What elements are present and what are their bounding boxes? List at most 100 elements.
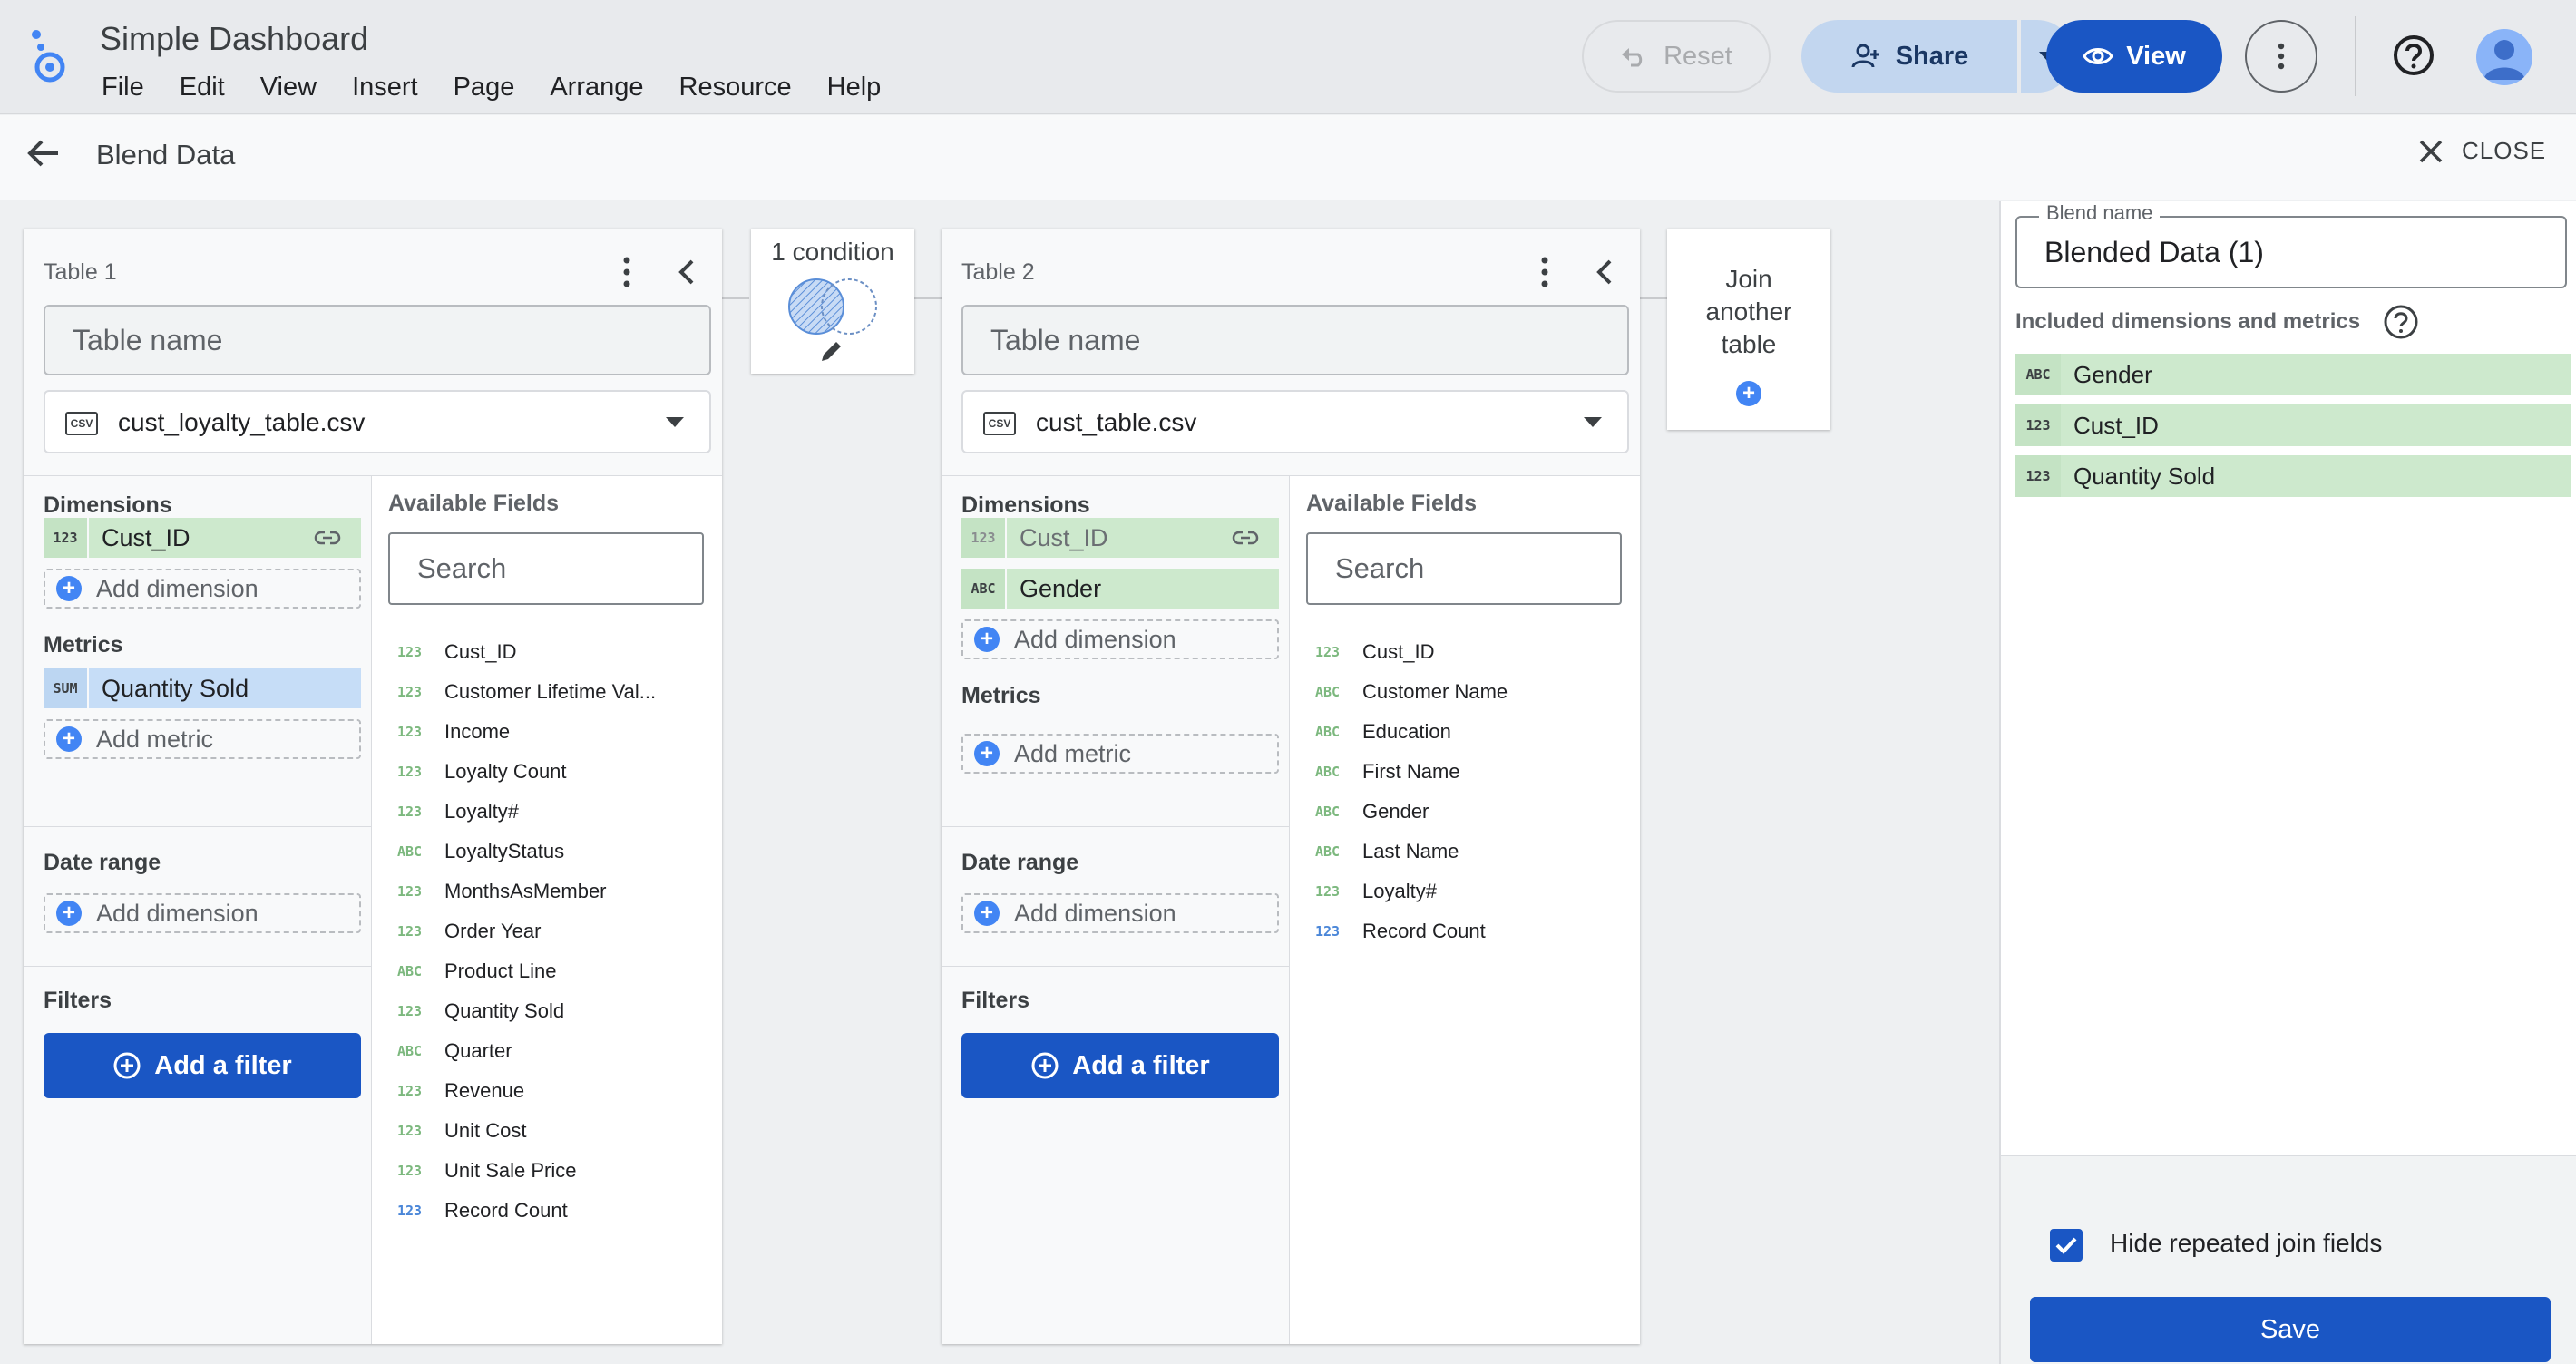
kebab-icon[interactable] xyxy=(1531,254,1558,290)
join-another-table-card[interactable]: Join another table + xyxy=(1667,229,1830,430)
available-field[interactable]: 123 Loyalty# xyxy=(1315,872,1508,911)
add-filter-button[interactable]: Add a filter xyxy=(961,1033,1279,1098)
add-dimension-slot[interactable]: + Add dimension xyxy=(961,619,1279,659)
add-metric-slot[interactable]: + Add metric xyxy=(44,719,361,759)
available-field[interactable]: 123 Loyalty# xyxy=(397,792,656,832)
share-button[interactable]: Share xyxy=(1801,20,2017,93)
hide-join-fields-checkbox[interactable] xyxy=(2050,1229,2083,1262)
join-condition-card[interactable]: 1 condition xyxy=(751,229,914,374)
reset-button[interactable]: Reset xyxy=(1582,20,1771,93)
available-field[interactable]: ABC Last Name xyxy=(1315,832,1508,872)
help-icon[interactable] xyxy=(2382,303,2420,341)
add-date-range-slot[interactable]: + Add dimension xyxy=(961,893,1279,933)
included-field-chip[interactable]: 123 Cust_ID xyxy=(2015,404,2571,446)
field-type-icon: 123 xyxy=(397,883,423,900)
menu-item-edit[interactable]: Edit xyxy=(180,73,225,102)
available-field[interactable]: 123 Record Count xyxy=(1315,911,1508,951)
join-connector xyxy=(914,297,942,299)
field-name: Revenue xyxy=(444,1079,525,1102)
available-field[interactable]: ABC Customer Name xyxy=(1315,672,1508,712)
aggregation-badge: SUM xyxy=(44,668,89,708)
table-name-input[interactable]: Table name xyxy=(961,305,1629,375)
search-input[interactable]: Search xyxy=(1306,532,1622,605)
add-dimension-slot[interactable]: + Add dimension xyxy=(44,569,361,609)
report-title[interactable]: Simple Dashboard xyxy=(100,20,368,58)
menu-item-view[interactable]: View xyxy=(260,73,317,102)
menu-item-help[interactable]: Help xyxy=(827,73,882,102)
included-field-name: Quantity Sold xyxy=(2073,462,2216,490)
available-field[interactable]: 123 Cust_ID xyxy=(1315,632,1508,672)
dimension-chip[interactable]: 123 Cust_ID xyxy=(44,518,361,558)
available-field[interactable]: 123 Customer Lifetime Val... xyxy=(397,672,656,712)
available-fields-title: Available Fields xyxy=(1306,491,1478,516)
available-field[interactable]: ABC Gender xyxy=(1315,792,1508,832)
available-field[interactable]: 123 Loyalty Count xyxy=(397,752,656,792)
help-icon[interactable] xyxy=(2391,33,2436,78)
available-field[interactable]: 123 Income xyxy=(397,712,656,752)
included-field-chip[interactable]: 123 Quantity Sold xyxy=(2015,455,2571,497)
field-name: LoyaltyStatus xyxy=(444,840,565,862)
menu-item-file[interactable]: File xyxy=(102,73,144,102)
add-filter-button[interactable]: Add a filter xyxy=(44,1033,361,1098)
app-header: Simple Dashboard File Edit View Insert Page A… xyxy=(0,0,2576,114)
csv-file-icon: CSV xyxy=(65,412,98,435)
back-arrow-icon[interactable] xyxy=(25,135,62,171)
data-source-select[interactable]: CSV cust_loyalty_table.csv xyxy=(44,390,711,453)
field-type-icon: 123 xyxy=(397,1203,423,1219)
collapse-chevron-icon[interactable] xyxy=(673,256,700,288)
available-field[interactable]: 123 Quantity Sold xyxy=(397,991,656,1031)
available-field[interactable]: ABC LoyaltyStatus xyxy=(397,832,656,872)
add-table-plus-icon[interactable]: + xyxy=(1736,381,1761,406)
included-field-name: Gender xyxy=(2073,360,2152,388)
available-field[interactable]: ABC Quarter xyxy=(397,1031,656,1071)
view-button[interactable]: View xyxy=(2046,20,2222,93)
add-date-range-slot[interactable]: + Add dimension xyxy=(44,893,361,933)
available-field[interactable]: 123 Cust_ID xyxy=(397,632,656,672)
dimension-chip[interactable]: ABC Gender xyxy=(961,569,1279,609)
available-field[interactable]: 123 Unit Sale Price xyxy=(397,1151,656,1191)
included-field-chip[interactable]: ABC Gender xyxy=(2015,354,2571,395)
dimension-chip[interactable]: 123 Cust_ID xyxy=(961,518,1279,558)
add-dimension-label: Add dimension xyxy=(96,574,259,602)
avatar[interactable] xyxy=(2476,29,2532,85)
menu-item-insert[interactable]: Insert xyxy=(352,73,418,102)
available-field[interactable]: 123 Unit Cost xyxy=(397,1111,656,1151)
available-field[interactable]: ABC First Name xyxy=(1315,752,1508,792)
available-field[interactable]: 123 Order Year xyxy=(397,911,656,951)
field-name: First Name xyxy=(1362,760,1460,783)
available-field[interactable]: ABC Product Line xyxy=(397,951,656,991)
metric-chip[interactable]: SUM Quantity Sold xyxy=(44,668,361,708)
available-field[interactable]: ABC Education xyxy=(1315,712,1508,752)
search-input[interactable]: Search xyxy=(388,532,704,605)
blend-name-value[interactable]: Blended Data (1) xyxy=(2044,236,2264,269)
edit-pencil-icon[interactable] xyxy=(818,337,845,365)
menu-item-resource[interactable]: Resource xyxy=(679,73,792,102)
checkmark-icon xyxy=(2055,1237,2077,1254)
menu-item-arrange[interactable]: Arrange xyxy=(550,73,643,102)
close-button[interactable]: CLOSE xyxy=(2418,137,2546,165)
date-range-title: Date range xyxy=(961,850,1079,875)
add-metric-slot[interactable]: + Add metric xyxy=(961,734,1279,774)
field-type-icon: ABC xyxy=(1315,843,1341,860)
field-name: Loyalty Count xyxy=(444,760,567,783)
field-name: Product Line xyxy=(444,960,557,982)
available-field[interactable]: 123 Record Count xyxy=(397,1191,656,1231)
collapse-chevron-icon[interactable] xyxy=(1591,256,1618,288)
menu-item-page[interactable]: Page xyxy=(454,73,515,102)
kebab-icon[interactable] xyxy=(613,254,640,290)
data-source-select[interactable]: CSV cust_table.csv xyxy=(961,390,1629,453)
field-type-icon: ABC xyxy=(961,569,1007,609)
blend-canvas: Table 1 Table name CSV cust_loyalty_table.c… xyxy=(0,201,1999,1364)
blend-name-field[interactable]: Blend name Blended Data (1) xyxy=(2015,201,2567,288)
field-type-icon: 123 xyxy=(961,518,1007,558)
more-options-button[interactable] xyxy=(2245,20,2317,93)
available-field[interactable]: 123 Revenue xyxy=(397,1071,656,1111)
save-button[interactable]: Save xyxy=(2030,1297,2551,1362)
join-connector xyxy=(722,297,749,299)
table-name-input[interactable]: Table name xyxy=(44,305,711,375)
available-field[interactable]: 123 MonthsAsMember xyxy=(397,872,656,911)
field-name: Unit Cost xyxy=(444,1119,527,1142)
link-icon xyxy=(1232,531,1259,545)
hide-join-fields-label[interactable]: Hide repeated join fields xyxy=(2110,1229,2382,1258)
field-type-icon: ABC xyxy=(1315,724,1341,740)
